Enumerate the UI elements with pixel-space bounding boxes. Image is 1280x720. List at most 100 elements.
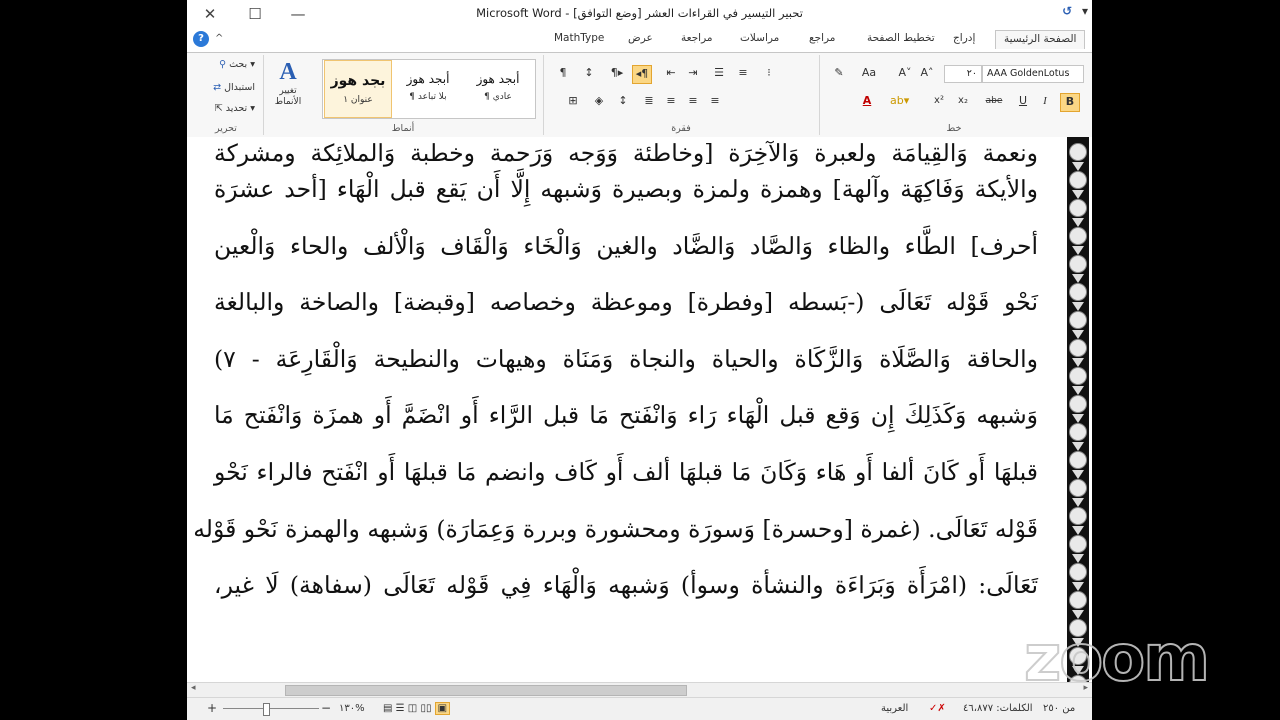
replace-button[interactable]: ⇄ استبدال bbox=[213, 82, 255, 93]
text-line: وَشبهه وَكَذَلِكَ إِن وَقع قبل الْهَاء ر… bbox=[214, 401, 1038, 430]
web-view-icon[interactable]: ◫ bbox=[408, 703, 417, 714]
bullets-icon[interactable]: ⁝ bbox=[760, 65, 778, 82]
undo-icon[interactable]: ↺ bbox=[1062, 4, 1072, 18]
zoom-level[interactable]: %١٣٠ bbox=[339, 703, 365, 714]
print-layout-icon[interactable]: ▣ bbox=[434, 702, 451, 715]
superscript-button[interactable]: x² bbox=[930, 93, 948, 110]
text-line: قبلهَا أَو كَانَ ألفا أَو هَاء وَكَانَ م… bbox=[214, 457, 1038, 486]
underline-button[interactable]: U bbox=[1014, 93, 1032, 110]
decrease-indent-icon[interactable]: ⇤ bbox=[662, 65, 680, 82]
change-case-icon[interactable]: Aa bbox=[856, 65, 882, 82]
ornament-triangle bbox=[1072, 582, 1084, 591]
tab-mailings[interactable]: مراسلات bbox=[740, 32, 779, 44]
ltr-direction-icon[interactable]: ¶▸ bbox=[608, 65, 626, 82]
multilevel-list-icon[interactable]: ☰ bbox=[710, 65, 728, 82]
justify-icon[interactable]: ≣ bbox=[640, 93, 658, 110]
font-size-box[interactable]: ٢٠ bbox=[944, 65, 982, 83]
align-right-icon[interactable]: ≡ bbox=[706, 93, 724, 110]
rtl-direction-icon[interactable]: ◂¶ bbox=[632, 65, 652, 84]
tab-view[interactable]: عرض bbox=[628, 32, 653, 44]
scroll-left-icon[interactable]: ◂ bbox=[191, 683, 196, 693]
font-name-box[interactable]: AAA GoldenLotus bbox=[982, 65, 1084, 83]
shrink-font-icon[interactable]: A˅ bbox=[896, 65, 914, 82]
ornament-circle bbox=[1069, 563, 1087, 581]
reading-view-icon[interactable]: ▯▯ bbox=[420, 703, 431, 714]
ornament-triangle bbox=[1072, 610, 1084, 619]
zoom-slider-thumb[interactable] bbox=[263, 703, 270, 716]
align-left-icon[interactable]: ≡ bbox=[662, 93, 680, 110]
ribbon: ⚲ بحث ▾ ⇄ استبدال ⇱ تحديد ▾ تحرير A تغيي… bbox=[187, 52, 1092, 138]
ornament-circle bbox=[1069, 283, 1087, 301]
tab-mathtype[interactable]: MathType bbox=[554, 32, 604, 44]
binoculars-icon: ⚲ bbox=[219, 59, 227, 70]
help-icon[interactable]: ? bbox=[193, 31, 209, 47]
ornament-circle bbox=[1069, 367, 1087, 385]
language-indicator[interactable]: العربية bbox=[881, 703, 908, 714]
page-count[interactable]: من ٢٥٠ bbox=[1043, 703, 1075, 714]
page-border-ornament bbox=[1067, 137, 1089, 703]
center-icon[interactable]: ≡ bbox=[684, 93, 702, 110]
style-heading1[interactable]: بجد هوز عنوان ١ bbox=[324, 60, 392, 118]
text-line: والأيكة وَفَاكِهَة وآلهة] وهمزة ولمزة وب… bbox=[214, 175, 1038, 203]
tab-insert[interactable]: إدراج bbox=[953, 32, 975, 44]
draft-view-icon[interactable]: ▤ bbox=[383, 703, 392, 714]
replace-icon: ⇄ bbox=[213, 82, 222, 93]
ornament-triangle bbox=[1072, 414, 1084, 423]
editing-group: ⚲ بحث ▾ ⇄ استبدال ⇱ تحديد ▾ تحرير bbox=[191, 55, 261, 135]
italic-button[interactable]: I bbox=[1036, 93, 1054, 110]
styles-aa-icon: A bbox=[279, 59, 297, 85]
tab-review[interactable]: مراجعة bbox=[681, 32, 713, 44]
ornament-triangle bbox=[1072, 218, 1084, 227]
ornament-triangle bbox=[1072, 274, 1084, 283]
borders-icon[interactable]: ⊞ bbox=[564, 93, 582, 110]
ornament-triangle bbox=[1072, 302, 1084, 311]
zoom-out-button[interactable]: − bbox=[321, 701, 331, 715]
ornament-circle bbox=[1069, 507, 1087, 525]
document-body[interactable]: ونعمة وَالقِيامَة ولعبرة وَالآخِرَة [وخا… bbox=[193, 137, 1038, 622]
quick-access-toolbar: ↺ ▾ bbox=[1056, 4, 1088, 18]
ornament-circle bbox=[1069, 171, 1087, 189]
font-group: AAA GoldenLotus ٢٠ A˄ A˅ Aa ✎ B I U abe … bbox=[819, 55, 1088, 135]
word-count[interactable]: الكلمات: ٤٦،٨٧٧ bbox=[963, 703, 1033, 714]
pilcrow-icon[interactable]: ¶ bbox=[554, 65, 572, 82]
customize-qat-icon[interactable]: ▾ bbox=[1082, 4, 1088, 18]
proofing-icon[interactable]: ✓✗ bbox=[929, 703, 946, 714]
ornament-circle bbox=[1069, 423, 1087, 441]
numbering-icon[interactable]: ≡ bbox=[734, 65, 752, 82]
horizontal-scrollbar[interactable]: ◂ ▸ bbox=[187, 682, 1092, 697]
highlight-icon[interactable]: ab▾ bbox=[890, 93, 909, 110]
tab-home[interactable]: الصفحة الرئيسية bbox=[995, 30, 1086, 49]
increase-indent-icon[interactable]: ⇥ bbox=[684, 65, 702, 82]
ornament-triangle bbox=[1072, 442, 1084, 451]
ornament-triangle bbox=[1072, 498, 1084, 507]
line-spacing-icon[interactable]: ↕ bbox=[614, 93, 632, 110]
minimize-ribbon-icon[interactable]: ^ bbox=[215, 33, 223, 44]
ornament-triangle bbox=[1072, 386, 1084, 395]
subscript-button[interactable]: x₂ bbox=[954, 93, 972, 110]
outline-view-icon[interactable]: ☰ bbox=[396, 703, 405, 714]
find-button[interactable]: ⚲ بحث ▾ bbox=[219, 59, 255, 70]
style-normal[interactable]: أبجد هوز ¶ عادي bbox=[465, 60, 531, 116]
style-no-spacing[interactable]: أبجد هوز ¶ بلا تباعد bbox=[395, 60, 461, 116]
tab-page-layout[interactable]: تخطيط الصفحة bbox=[867, 32, 935, 44]
shading-icon[interactable]: ◈ bbox=[590, 93, 608, 110]
scrollbar-thumb[interactable] bbox=[285, 685, 687, 696]
text-line: تَعَالَى: (امْرَأَة وَبَرَاءَة والنشأة و… bbox=[214, 571, 1038, 600]
zoom-in-button[interactable]: + bbox=[207, 701, 217, 715]
bold-button[interactable]: B bbox=[1060, 93, 1080, 112]
select-button[interactable]: ⇱ تحديد ▾ bbox=[215, 103, 255, 114]
text-line: قَوْله تَعَالَى. (غمرة [وحسرة] وَسورَة و… bbox=[193, 514, 1038, 543]
clear-formatting-icon[interactable]: ✎ bbox=[830, 65, 848, 82]
ornament-triangle bbox=[1072, 358, 1084, 367]
ornament-triangle bbox=[1072, 246, 1084, 255]
ornament-circle bbox=[1069, 227, 1087, 245]
grow-font-icon[interactable]: A˄ bbox=[918, 65, 936, 82]
sort-icon[interactable]: ↕ bbox=[580, 65, 598, 82]
change-styles-button[interactable]: A تغيير الأنماط bbox=[270, 59, 306, 108]
font-color-icon[interactable]: A bbox=[858, 93, 876, 110]
tab-references[interactable]: مراجع bbox=[809, 32, 835, 44]
zoom-slider[interactable] bbox=[223, 708, 319, 709]
ornament-triangle bbox=[1072, 526, 1084, 535]
text-line: ونعمة وَالقِيامَة ولعبرة وَالآخِرَة [وخا… bbox=[214, 139, 1038, 167]
strikethrough-button[interactable]: abe bbox=[982, 93, 1006, 110]
